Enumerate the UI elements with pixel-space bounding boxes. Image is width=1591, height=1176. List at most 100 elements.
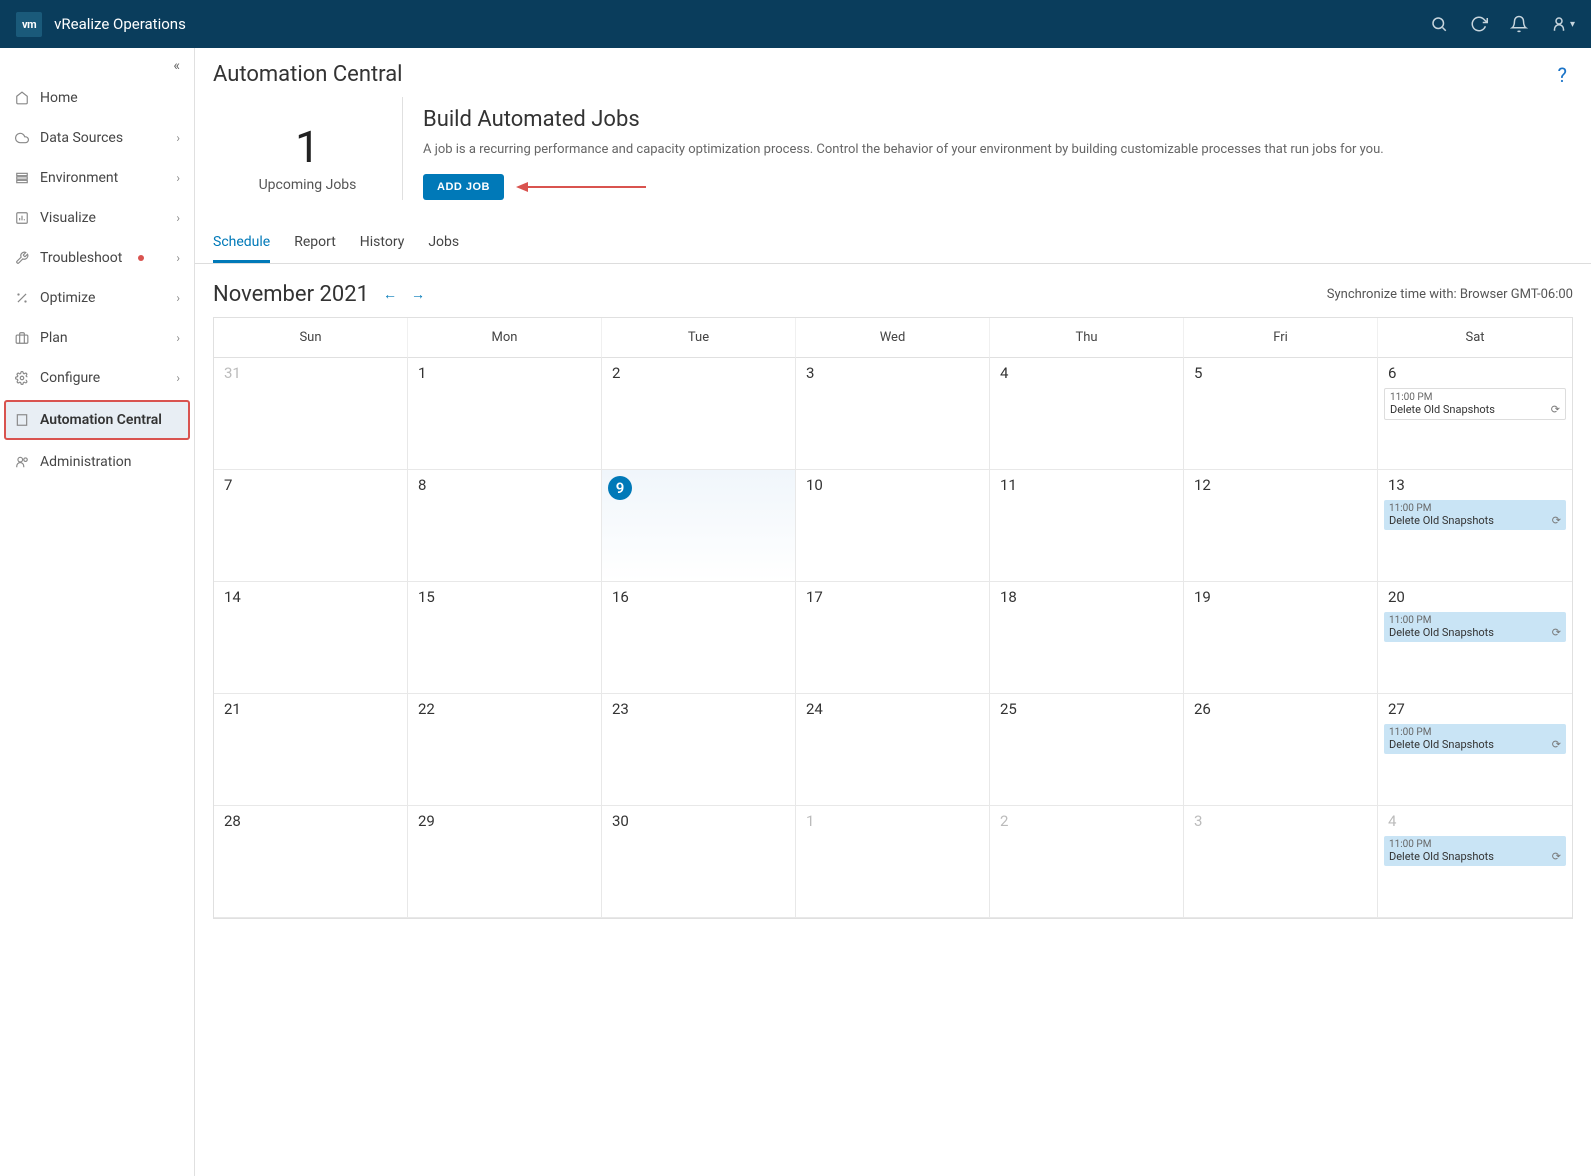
sidebar-item-label: Automation Central [40,412,162,428]
add-job-row: ADD JOB [423,174,1573,200]
chevron-right-icon: › [176,331,180,345]
chevron-right-icon: › [176,131,180,145]
page-title: Automation Central [213,62,403,87]
arrow-annotation-icon [516,180,646,194]
calendar-date: 14 [220,586,245,608]
event-time: 11:00 PM [1390,392,1560,403]
calendar-event[interactable]: 11:00 PMDelete Old Snapshots ⟳ [1384,836,1566,866]
calendar-cell[interactable]: 3 [1184,806,1378,918]
sidebar-item-label: Environment [40,170,118,186]
tab-report[interactable]: Report [294,224,336,263]
calendar-cell[interactable]: 7 [214,470,408,582]
next-month-icon[interactable]: → [411,286,425,303]
sidebar-item-home[interactable]: Home [0,78,194,118]
sidebar-item-visualize[interactable]: Visualize› [0,198,194,238]
calendar-cell[interactable]: 18 [990,582,1184,694]
calendar-cell[interactable]: 1311:00 PMDelete Old Snapshots⟳ [1378,470,1572,582]
calendar-cell[interactable]: 28 [214,806,408,918]
topbar-left: vm vRealize Operations [16,12,186,37]
sidebar-collapse-icon[interactable]: « [0,48,194,78]
event-title: Delete Old Snapshots [1389,626,1494,639]
calendar-cell[interactable]: 11 [990,470,1184,582]
cloud-icon [14,131,30,145]
calendar-cell[interactable]: 25 [990,694,1184,806]
sidebar-item-optimize[interactable]: Optimize› [0,278,194,318]
calendar-event[interactable]: 11:00 PMDelete Old Snapshots⟳ [1384,500,1566,530]
calendar-cell[interactable]: 30 [602,806,796,918]
calendar-cell[interactable]: 22 [408,694,602,806]
sidebar-item-data-sources[interactable]: Data Sources› [0,118,194,158]
calendar-cell[interactable]: 14 [214,582,408,694]
calendar-cell[interactable]: 2 [602,358,796,470]
sidebar-item-environment[interactable]: Environment› [0,158,194,198]
main-layout: « HomeData Sources›Environment›Visualize… [0,48,1591,1176]
calendar-cell[interactable]: 4 [990,358,1184,470]
user-icon[interactable]: ▾ [1550,15,1575,33]
day-header: Sat [1378,318,1572,358]
calendar-cell[interactable]: 8 [408,470,602,582]
calendar-cell[interactable]: 5 [1184,358,1378,470]
calendar-date: 12 [1190,474,1215,496]
calendar-cell[interactable]: 16 [602,582,796,694]
calendar-date: 16 [608,586,633,608]
calendar-cell[interactable]: 2011:00 PMDelete Old Snapshots⟳ [1378,582,1572,694]
chart-icon [14,211,30,225]
refresh-icon[interactable] [1470,15,1488,33]
calendar-cell[interactable]: 2 [990,806,1184,918]
day-header: Wed [796,318,990,358]
calendar-date: 22 [414,698,439,720]
calendar-cell[interactable]: 24 [796,694,990,806]
sidebar-item-troubleshoot[interactable]: Troubleshoot› [0,238,194,278]
calendar-cell[interactable]: 17 [796,582,990,694]
calendar-cell[interactable]: 3 [796,358,990,470]
repeat-icon: ⟳ [1552,850,1561,863]
topbar-right: ▾ [1430,15,1575,33]
event-time: 11:00 PM [1389,839,1561,850]
chevron-right-icon: › [176,211,180,225]
calendar-cell[interactable]: 19 [1184,582,1378,694]
calendar-cell[interactable]: 29 [408,806,602,918]
tab-history[interactable]: History [360,224,405,263]
calendar-cell[interactable]: 2711:00 PMDelete Old Snapshots⟳ [1378,694,1572,806]
month-label: November 2021 [213,282,369,307]
calendar-event[interactable]: 11:00 PMDelete Old Snapshots⟳ [1384,724,1566,754]
calendar-cell[interactable]: 10 [796,470,990,582]
prev-month-icon[interactable]: ← [383,286,397,303]
calendar-cell[interactable]: 15 [408,582,602,694]
calendar-date: 1 [802,810,818,832]
alert-badge-icon [138,255,144,261]
help-icon[interactable]: ? [1558,63,1567,87]
calendar-cell[interactable]: 21 [214,694,408,806]
calendar-cell[interactable]: 12 [1184,470,1378,582]
calendar-event[interactable]: 11:00 PMDelete Old Snapshots⟳ [1384,612,1566,642]
calendar-date: 31 [220,362,245,384]
calendar-cell[interactable]: 1 [796,806,990,918]
calendar-cell[interactable]: 611:00 PMDelete Old Snapshots⟳ [1378,358,1572,470]
tab-jobs[interactable]: Jobs [428,224,459,263]
calendar-cell[interactable]: 23 [602,694,796,806]
sidebar-item-administration[interactable]: Administration [0,442,194,482]
calendar-cell[interactable]: 1 [408,358,602,470]
home-icon [14,91,30,105]
calendar-day-headers: SunMonTueWedThuFriSat [214,318,1572,358]
calendar-date: 4 [1384,810,1400,832]
admin-icon [14,455,30,469]
briefcase-icon [14,331,30,345]
calendar-cell[interactable]: 4 11:00 PMDelete Old Snapshots ⟳ [1378,806,1572,918]
calendar-event[interactable]: 11:00 PMDelete Old Snapshots⟳ [1384,388,1566,420]
calendar-date: 10 [802,474,827,496]
calendar-date: 2 [996,810,1012,832]
add-job-button[interactable]: ADD JOB [423,174,504,200]
calendar-cell[interactable]: 26 [1184,694,1378,806]
search-icon[interactable] [1430,15,1448,33]
tab-schedule[interactable]: Schedule [213,224,270,263]
calendar-cell[interactable]: 31 [214,358,408,470]
sidebar-item-automation-central[interactable]: Automation Central [4,400,190,440]
calendar-date: 1 [414,362,430,384]
vmware-logo: vm [16,12,42,37]
bell-icon[interactable] [1510,15,1528,33]
sidebar-item-configure[interactable]: Configure› [0,358,194,398]
sidebar-item-plan[interactable]: Plan› [0,318,194,358]
calendar-cell[interactable]: 9 [602,470,796,582]
event-title: Delete Old Snapshots [1389,850,1494,863]
